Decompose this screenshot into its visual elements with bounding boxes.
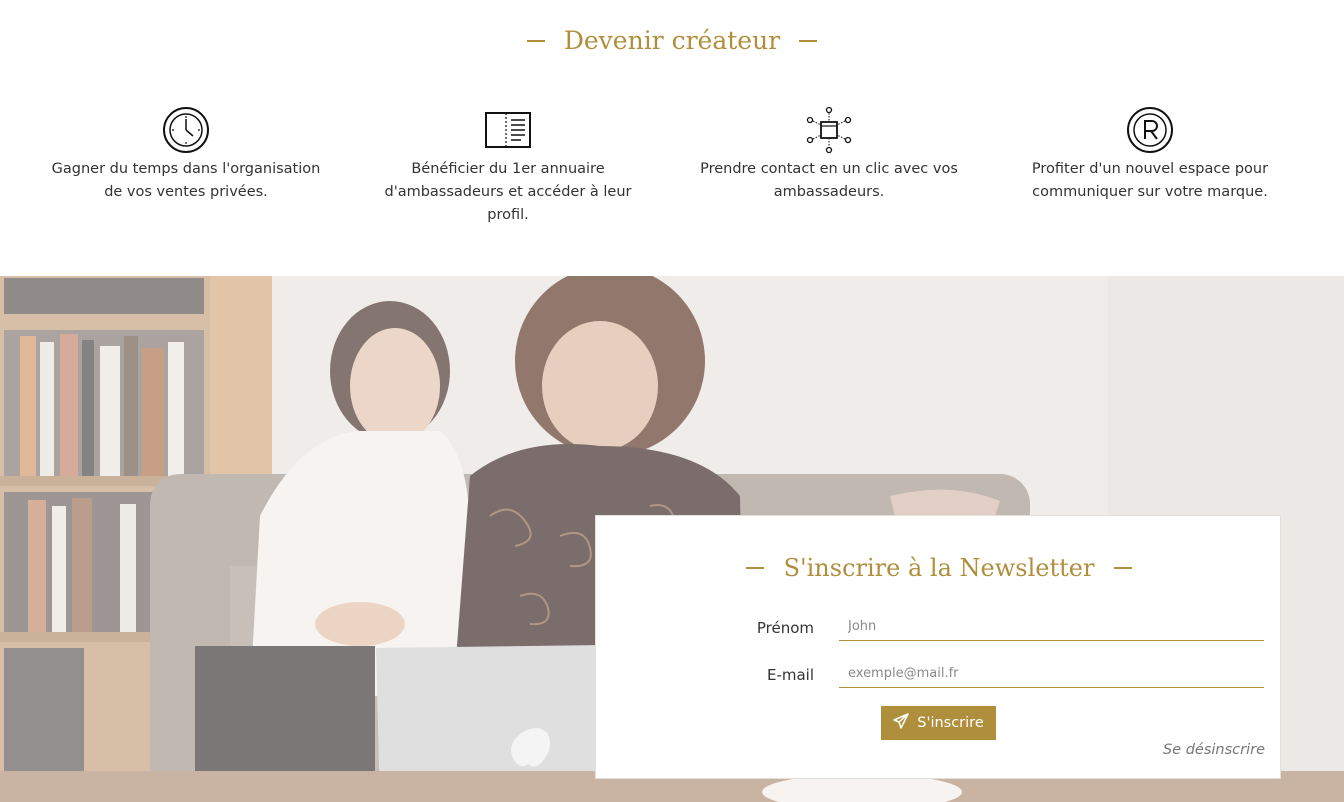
creator-section: Devenir créateur Gagner du temps dans l'…	[0, 0, 1344, 276]
feature-text: Gagner du temps dans l'organisation de v…	[51, 161, 321, 200]
feature-item: Profiter d'un nouvel espace pour communi…	[1005, 106, 1295, 204]
feature-item: Prendre contact en un clic avec vos amba…	[684, 106, 974, 204]
email-field[interactable]	[839, 660, 1264, 688]
first-name-field[interactable]	[839, 613, 1264, 641]
clock-icon	[41, 106, 331, 154]
newsletter-title-row: S'inscrire à la Newsletter	[596, 554, 1282, 582]
first-name-row: Prénom	[596, 613, 1282, 645]
newsletter-card: S'inscrire à la Newsletter Prénom E-mail…	[595, 515, 1281, 779]
feature-item: Gagner du temps dans l'organisation de v…	[41, 106, 331, 204]
email-row: E-mail	[596, 660, 1282, 692]
registered-mark-icon	[1005, 106, 1295, 154]
paper-plane-icon	[893, 713, 909, 733]
section-title: Devenir créateur	[563, 26, 781, 55]
section-title-row: Devenir créateur	[0, 26, 1344, 55]
network-icon	[684, 106, 974, 154]
newsletter-title: S'inscrire à la Newsletter	[783, 554, 1095, 582]
email-label: E-mail	[766, 666, 814, 684]
feature-text: Prendre contact en un clic avec vos amba…	[700, 161, 958, 200]
title-dash-left	[746, 567, 765, 569]
subscribe-button-label: S'inscrire	[917, 715, 984, 731]
title-dash-right	[799, 39, 818, 42]
unsubscribe-link[interactable]: Se désinscrire	[1163, 742, 1265, 758]
notebook-icon	[363, 106, 653, 154]
feature-text: Bénéficier du 1er annuaire d'ambassadeur…	[384, 161, 632, 223]
first-name-label: Prénom	[756, 619, 814, 637]
subscribe-button[interactable]: S'inscrire	[881, 706, 996, 740]
title-dash-left	[526, 39, 545, 42]
title-dash-right	[1113, 567, 1132, 569]
feature-item: Bénéficier du 1er annuaire d'ambassadeur…	[363, 106, 653, 227]
feature-text: Profiter d'un nouvel espace pour communi…	[1031, 161, 1269, 200]
